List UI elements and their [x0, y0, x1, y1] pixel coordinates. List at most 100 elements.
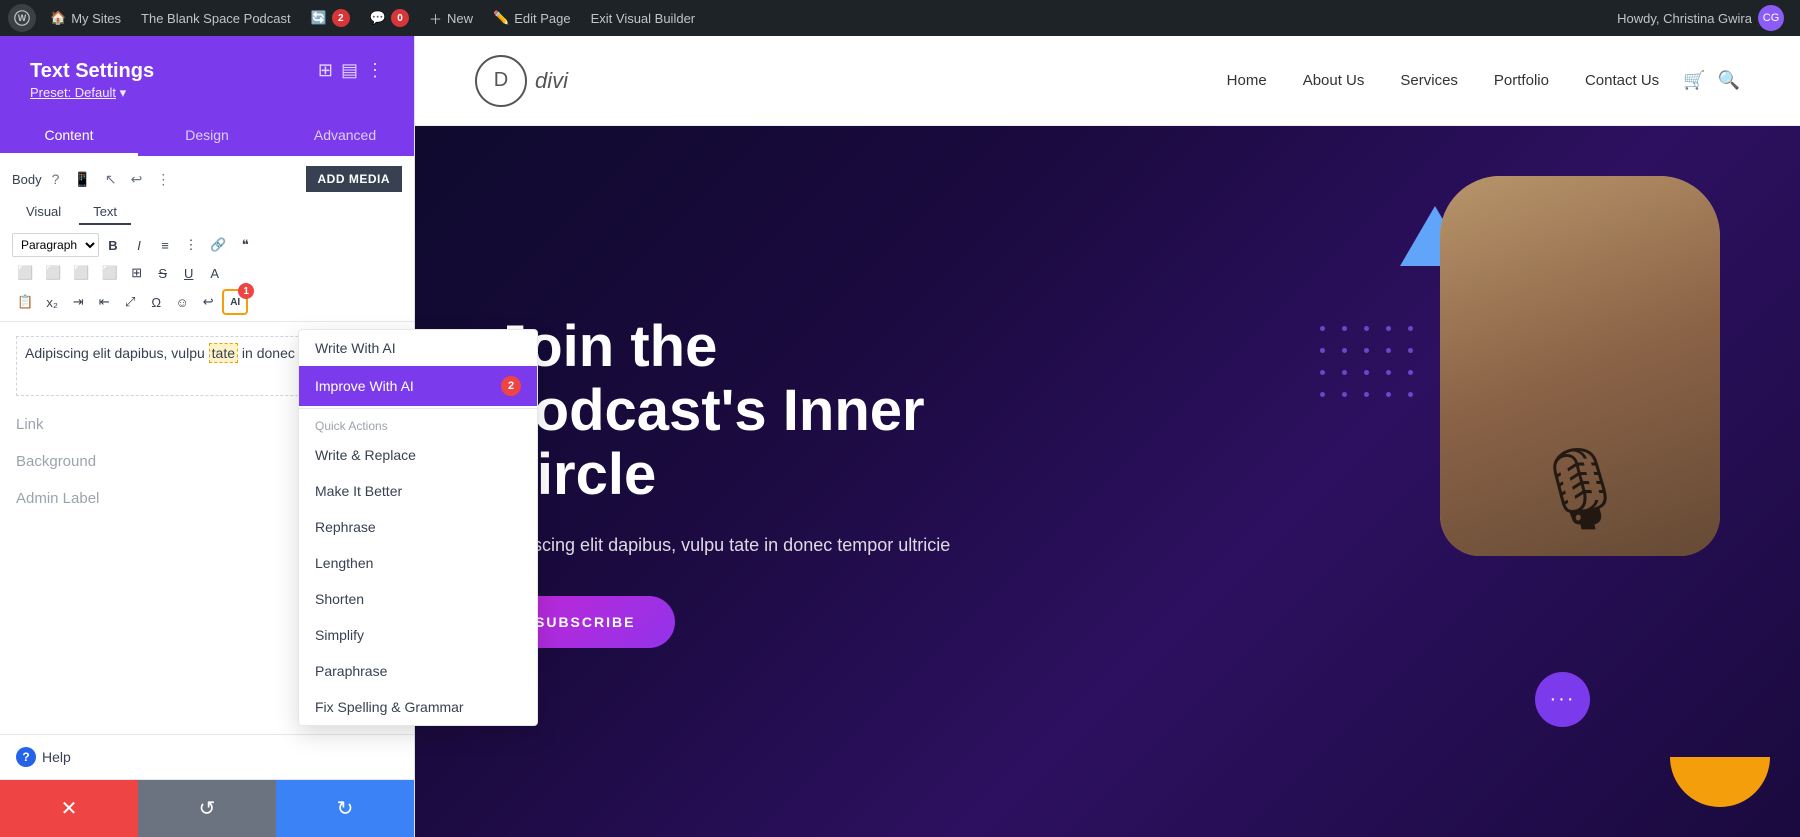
reset-icon-btn[interactable]: ↩ — [127, 169, 147, 190]
cart-icon-btn[interactable]: 🛒 — [1683, 70, 1705, 91]
comments-badge: 0 — [391, 9, 409, 27]
indent-button[interactable]: ⇥ — [66, 290, 90, 314]
user-avatar[interactable]: CG — [1758, 5, 1784, 31]
user-greeting: Howdy, Christina Gwira CG — [1609, 5, 1792, 31]
paragraph-select[interactable]: Paragraph Heading 1 Heading 2 — [12, 233, 99, 257]
editor-toolbar: Body ? 📱 ↖ ↩ ⋮ ADD MEDIA Visual Text — [0, 156, 414, 322]
text-tab[interactable]: Text — [79, 200, 131, 225]
purple-circle-decoration: ··· — [1535, 672, 1590, 727]
text-color-button[interactable]: A — [203, 261, 227, 285]
paste-button[interactable]: 📋 — [12, 290, 38, 314]
nav-home[interactable]: Home — [1227, 72, 1267, 89]
help-icon-btn[interactable]: ? — [48, 169, 64, 189]
write-with-ai-option[interactable]: Write With AI — [299, 330, 537, 366]
nav-services[interactable]: Services — [1400, 72, 1458, 89]
improve-with-ai-option[interactable]: Improve With AI 2 — [299, 366, 537, 406]
ai-badge: 1 — [238, 283, 254, 299]
more-options-btn[interactable]: ⋮ — [152, 169, 174, 190]
wordpress-logo-icon[interactable]: W — [8, 4, 36, 32]
site-name-text: The Blank Space Podcast — [141, 11, 291, 26]
lengthen-option[interactable]: Lengthen — [299, 545, 537, 581]
panel-resize-icon[interactable]: ⊞ — [318, 60, 333, 81]
underline-button[interactable]: U — [177, 261, 201, 285]
edit-page-link[interactable]: ✏️ Edit Page — [483, 0, 581, 36]
make-better-option[interactable]: Make It Better — [299, 473, 537, 509]
nav-portfolio[interactable]: Portfolio — [1494, 72, 1549, 89]
bold-button[interactable]: B — [101, 233, 125, 257]
ordered-list-button[interactable]: ⋮ — [179, 233, 203, 257]
tab-design[interactable]: Design — [138, 117, 276, 156]
logo-circle-icon: D — [475, 55, 527, 107]
help-label[interactable]: Help — [42, 749, 71, 765]
hero-section: Join the Podcast's Inner Circle adipisci… — [415, 126, 1800, 837]
subscript-button[interactable]: x₂ — [40, 290, 64, 314]
help-icon[interactable]: ? — [16, 747, 36, 767]
undo-button[interactable]: ↺ — [138, 780, 276, 837]
exit-builder-button[interactable]: Exit Visual Builder — [581, 0, 706, 36]
add-media-button[interactable]: ADD MEDIA — [306, 166, 403, 192]
howdy-text: Howdy, Christina Gwira — [1617, 11, 1752, 26]
undo-format-button[interactable]: ↩ — [196, 290, 220, 314]
fullscreen-button[interactable]: ⤢ — [118, 290, 142, 314]
tab-advanced[interactable]: Advanced — [276, 117, 414, 156]
updates-icon: 🔄 — [311, 10, 327, 26]
redo-button[interactable]: ↻ — [276, 780, 414, 837]
panel-layout-icon[interactable]: ▤ — [341, 60, 358, 81]
align-center-button[interactable]: ⬜ — [40, 261, 66, 285]
emoji-button[interactable]: ☺ — [170, 290, 194, 314]
ai-tools-button[interactable]: AI 1 — [222, 289, 248, 315]
site-name-link[interactable]: The Blank Space Podcast — [131, 0, 301, 36]
site-navigation: D divi Home About Us Services Portfolio … — [415, 36, 1800, 126]
special-char-button[interactable]: Ω — [144, 290, 168, 314]
align-right-button[interactable]: ⬜ — [68, 261, 94, 285]
improve-ai-badge: 2 — [501, 376, 521, 396]
divider — [299, 408, 537, 409]
preview-area: D divi Home About Us Services Portfolio … — [415, 36, 1800, 837]
paraphrase-option[interactable]: Paraphrase — [299, 653, 537, 689]
new-content-link[interactable]: ＋ New — [419, 0, 483, 36]
my-sites-menu[interactable]: 🏠 My Sites — [40, 0, 131, 36]
nav-about-us[interactable]: About Us — [1303, 72, 1365, 89]
search-icon-btn[interactable]: 🔍 — [1718, 70, 1740, 91]
shorten-option[interactable]: Shorten — [299, 581, 537, 617]
blockquote-button[interactable]: ❝ — [233, 233, 257, 257]
my-sites-label: My Sites — [71, 11, 121, 26]
simplify-option[interactable]: Simplify — [299, 617, 537, 653]
ai-dropdown-menu: Write With AI Improve With AI 2 Quick Ac… — [298, 329, 538, 726]
edit-page-label: Edit Page — [514, 11, 570, 26]
nav-links: Home About Us Services Portfolio Contact… — [1227, 72, 1659, 89]
align-left-button[interactable]: ⬜ — [12, 261, 38, 285]
outdent-button[interactable]: ⇤ — [92, 290, 116, 314]
write-replace-option[interactable]: Write & Replace — [299, 437, 537, 473]
cursor-icon-btn[interactable]: ↖ — [101, 169, 121, 190]
rephrase-option[interactable]: Rephrase — [299, 509, 537, 545]
device-icon-btn[interactable]: 📱 — [69, 169, 94, 190]
hero-title: Join the Podcast's Inner Circle — [495, 315, 995, 506]
align-justify-button[interactable]: ⬜ — [97, 261, 123, 285]
new-label: New — [447, 11, 473, 26]
main-area: Text Settings Preset: Default ▾ ⊞ ▤ ⋮ Co… — [0, 36, 1800, 837]
fix-spelling-option[interactable]: Fix Spelling & Grammar — [299, 689, 537, 725]
comments-icon: 💬 — [370, 10, 386, 26]
format-toolbar: Paragraph Heading 1 Heading 2 B I ≡ ⋮ 🔗 … — [12, 233, 402, 315]
hero-content: Join the Podcast's Inner Circle adipisci… — [495, 315, 995, 647]
updates-link[interactable]: 🔄 2 — [301, 0, 360, 36]
link-button[interactable]: 🔗 — [205, 233, 231, 257]
panel-title: Text Settings — [30, 60, 154, 83]
nav-contact-us[interactable]: Contact Us — [1585, 72, 1659, 89]
quick-actions-label: Quick Actions — [299, 411, 537, 437]
editor-view-tabs: Visual Text — [12, 200, 402, 225]
panel-more-icon[interactable]: ⋮ — [366, 60, 384, 81]
table-button[interactable]: ⊞ — [125, 261, 149, 285]
my-sites-icon: 🏠 — [50, 10, 66, 26]
panel-preset[interactable]: Preset: Default ▾ — [30, 85, 154, 101]
visual-tab[interactable]: Visual — [12, 200, 75, 225]
italic-button[interactable]: I — [127, 233, 151, 257]
close-button[interactable]: ✕ — [0, 780, 138, 837]
tab-content[interactable]: Content — [0, 117, 138, 156]
comments-link[interactable]: 💬 0 — [360, 0, 419, 36]
nav-utility-icons: 🛒 🔍 — [1683, 70, 1740, 91]
unordered-list-button[interactable]: ≡ — [153, 233, 177, 257]
strikethrough-button[interactable]: S — [151, 261, 175, 285]
hero-image-area: 🎙 ··· — [1100, 126, 1800, 837]
